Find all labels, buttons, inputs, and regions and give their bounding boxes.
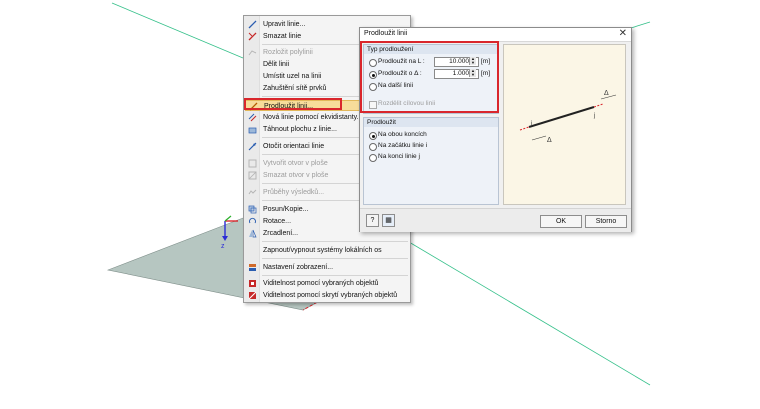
rotate-icon xyxy=(249,217,256,224)
menu-item-visibility-selected[interactable]: Viditelnost pomocí vybraných objektů xyxy=(245,278,409,289)
menu-item-label: Viditelnost pomocí vybraných objektů xyxy=(263,280,379,287)
dialog-titlebar[interactable]: Prodloužit linii ✕ xyxy=(360,28,631,42)
y-axis-icon xyxy=(224,215,232,222)
menu-item-label: Posun/Kopie... xyxy=(263,206,309,213)
preview-delta-end: Δ xyxy=(604,90,609,97)
both-ends-radio[interactable] xyxy=(369,132,377,140)
menu-separator xyxy=(262,241,408,242)
menu-item-display-settings[interactable]: Nastavení zobrazení... xyxy=(245,262,409,273)
preview-delta-start: Δ xyxy=(547,137,552,144)
menu-separator xyxy=(262,258,408,259)
menu-item-label: Otočit orientaci linie xyxy=(263,143,325,150)
model-guide-line-3 xyxy=(408,241,651,386)
menu-item-toggle-local-axes[interactable]: Zapnout/vypnout systémy lokálních os xyxy=(245,245,409,256)
visibility-selected-icon xyxy=(249,280,256,287)
reverse-orientation-icon xyxy=(248,142,257,151)
menu-item-label: Zapnout/vypnout systémy lokálních os xyxy=(263,247,382,254)
extrude-surface-icon xyxy=(248,127,257,134)
preview-extension-end xyxy=(593,103,604,108)
preview-label-i: i xyxy=(531,121,532,127)
model-guide-line xyxy=(111,2,244,59)
preview-label-j: j xyxy=(593,113,595,119)
menu-item-label: Průběhy výsledků... xyxy=(263,189,325,196)
data-table-icon[interactable]: ▦ xyxy=(382,214,395,227)
edit-line-icon xyxy=(248,20,257,29)
dialog-footer: ? ▦ OK Storno xyxy=(360,208,631,232)
offset-line-icon xyxy=(248,113,257,122)
delete-opening-icon xyxy=(248,171,257,180)
move-copy-icon xyxy=(248,205,257,214)
z-axis-label: z xyxy=(221,243,225,250)
visibility-hide-selected-icon xyxy=(248,291,257,300)
menu-item-label: Nastavení zobrazení... xyxy=(263,264,334,271)
menu-item-label: Smazat otvor v ploše xyxy=(263,172,329,179)
menu-item-label: Upravit linie... xyxy=(263,21,306,28)
menu-item-label: Zrcadlení... xyxy=(263,230,299,237)
extension-preview: i j Δ Δ xyxy=(503,44,626,205)
explode-polyline-icon xyxy=(248,50,257,56)
result-diagram-icon xyxy=(248,189,257,195)
menu-item-label: Rozložit polylinii xyxy=(263,49,313,56)
extend-side-group: Prodloužit Na obou koncích Na začátku li… xyxy=(363,117,499,205)
preview-dimension-start xyxy=(531,135,547,141)
menu-item-label: Dělit linii xyxy=(263,61,290,68)
menu-item-label: Viditelnost pomocí skrytí vybraných obje… xyxy=(263,292,398,299)
start-of-line-label: Na začátku linie i xyxy=(378,142,428,149)
preview-extension-start xyxy=(519,126,530,131)
menu-item-label: Smazat linie xyxy=(263,33,302,40)
cancel-button[interactable]: Storno xyxy=(585,215,627,228)
end-of-line-label: Na konci linie j xyxy=(378,153,420,160)
menu-item-highlight-frame xyxy=(244,98,342,110)
start-of-line-radio[interactable] xyxy=(369,143,377,151)
menu-item-label: Vytvořit otvor v ploše xyxy=(263,160,328,167)
dialog-title: Prodloužit linii xyxy=(364,30,408,37)
help-icon[interactable]: ? xyxy=(366,214,379,227)
menu-item-label: Zahuštění sítě prvků xyxy=(263,85,327,92)
create-opening-icon xyxy=(248,159,257,168)
end-of-line-radio[interactable] xyxy=(369,154,377,162)
menu-separator xyxy=(262,275,408,276)
display-settings-icon xyxy=(249,264,256,271)
delete-line-icon xyxy=(248,32,257,41)
group-title: Prodloužit xyxy=(364,118,498,127)
menu-item-label: Nová linie pomocí ekvidistanty... xyxy=(263,114,363,121)
extension-type-highlight-frame xyxy=(360,41,499,113)
ok-button[interactable]: OK xyxy=(540,215,582,228)
close-icon[interactable]: ✕ xyxy=(619,28,627,40)
menu-item-label: Táhnout plochu z linie... xyxy=(263,126,337,133)
menu-item-label: Umístit uzel na linii xyxy=(263,73,322,80)
menu-item-visibility-hide-selected[interactable]: Viditelnost pomocí skrytí vybraných obje… xyxy=(245,290,409,301)
both-ends-label: Na obou koncích xyxy=(378,131,427,138)
preview-line xyxy=(528,106,595,128)
menu-item-label: Rotace... xyxy=(263,218,292,225)
mirror-icon xyxy=(249,229,257,238)
